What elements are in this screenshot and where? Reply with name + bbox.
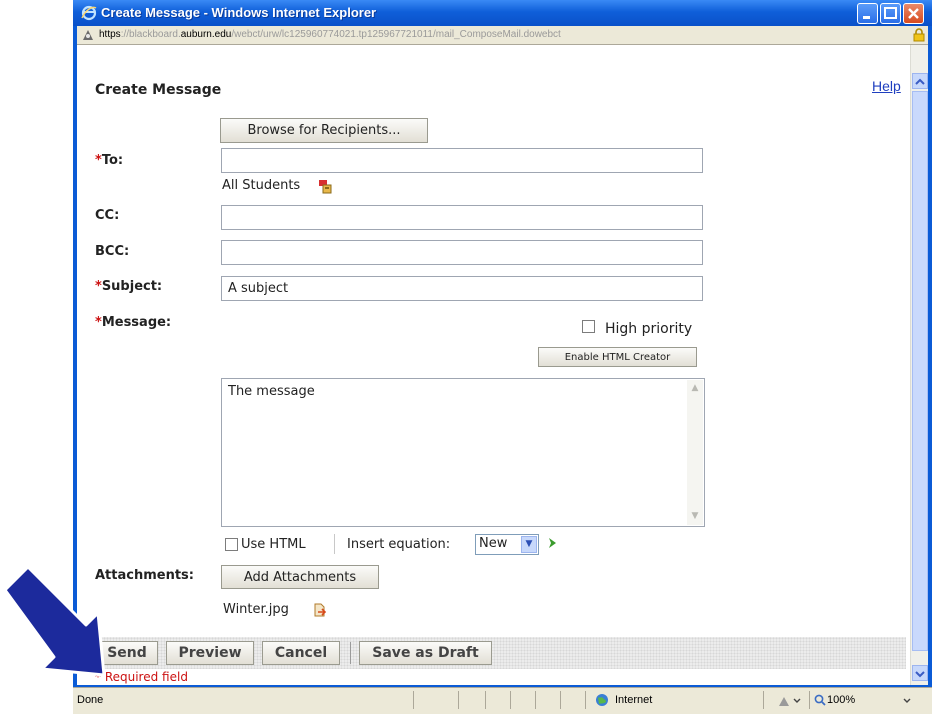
status-separator [485, 691, 486, 709]
minimize-icon [863, 16, 870, 19]
status-text: Done [77, 694, 104, 706]
add-attachments-button[interactable]: Add Attachments [221, 565, 379, 589]
to-label: *To: [95, 153, 124, 168]
status-separator [458, 691, 459, 709]
message-textarea[interactable]: The message ▲ ▼ [221, 378, 705, 527]
globe-icon [596, 694, 608, 706]
scroll-down-button[interactable] [912, 665, 928, 681]
preview-button[interactable]: Preview [166, 641, 254, 665]
message-body: The message [228, 384, 315, 399]
action-bar: Send Preview Cancel Save as Draft [91, 637, 906, 669]
cc-input[interactable] [221, 205, 703, 230]
protected-mode-icon[interactable] [777, 694, 803, 708]
chevron-up-icon [915, 78, 925, 85]
scroll-thumb[interactable] [912, 91, 928, 651]
status-separator [763, 691, 764, 709]
cancel-button[interactable]: Cancel [262, 641, 340, 665]
to-input[interactable] [221, 148, 703, 173]
ie-icon [81, 5, 97, 21]
equation-select[interactable]: New ▼ [475, 534, 539, 555]
help-link[interactable]: Help [872, 78, 901, 94]
save-draft-button[interactable]: Save as Draft [359, 641, 492, 665]
security-zone: Internet [615, 694, 653, 706]
chevron-down-icon [915, 671, 925, 678]
attachment-file: Winter.jpg [223, 602, 289, 617]
maximize-icon [884, 7, 897, 19]
title-bar[interactable]: Create Message - Windows Internet Explor… [73, 0, 932, 26]
remove-attachment-icon[interactable] [313, 603, 327, 617]
high-priority-label: High priority [605, 321, 693, 337]
go-arrow-icon[interactable] [547, 536, 559, 550]
textarea-scroll-up-icon[interactable]: ▲ [689, 382, 701, 394]
message-label: *Message: [95, 315, 172, 330]
window-title: Create Message - Windows Internet Explor… [101, 5, 377, 20]
insert-equation-label: Insert equation: [347, 537, 451, 552]
minimize-button[interactable] [857, 3, 878, 24]
use-html-checkbox[interactable] [225, 538, 238, 551]
bcc-label: BCC: [95, 244, 130, 259]
maximize-button[interactable] [880, 3, 901, 24]
status-separator [535, 691, 536, 709]
url-text: https://blackboard.auburn.edu/webct/urw/… [99, 29, 561, 40]
browse-recipients-button[interactable]: Browse for Recipients... [220, 118, 428, 143]
status-separator [809, 691, 810, 709]
zoom-dropdown-icon[interactable] [903, 698, 911, 704]
use-html-label: Use HTML [241, 537, 306, 552]
status-bar: Done Internet 100% [73, 687, 932, 714]
address-bar[interactable]: https://blackboard.auburn.edu/webct/urw/… [77, 26, 928, 45]
status-separator [585, 691, 586, 709]
action-divider [350, 642, 351, 664]
status-separator [413, 691, 414, 709]
status-separator [560, 691, 561, 709]
status-separator [510, 691, 511, 709]
page-content: Create Message Help Browse for Recipient… [77, 45, 910, 685]
equation-select-value: New [479, 536, 508, 551]
chevron-down-icon[interactable]: ▼ [521, 536, 537, 553]
cc-label: CC: [95, 208, 120, 223]
subject-label: *Subject: [95, 279, 163, 294]
high-priority-checkbox[interactable] [582, 320, 595, 333]
divider [334, 534, 335, 554]
page-icon [83, 30, 93, 40]
textarea-scroll-down-icon[interactable]: ▼ [689, 510, 701, 522]
zoom-level[interactable]: 100% [827, 694, 855, 706]
textarea-scrollbar[interactable]: ▲ ▼ [687, 380, 703, 525]
lock-icon[interactable] [913, 28, 925, 42]
subject-input[interactable]: A subject [221, 276, 703, 301]
bcc-input[interactable] [221, 240, 703, 265]
scroll-up-button[interactable] [912, 73, 928, 89]
page-title: Create Message [95, 82, 222, 98]
close-button[interactable] [903, 3, 924, 24]
page-scrollbar[interactable] [910, 45, 928, 685]
zoom-icon[interactable] [814, 694, 826, 706]
browser-window: Create Message - Windows Internet Explor… [73, 0, 932, 714]
close-icon [908, 8, 919, 19]
pointer-arrow-icon [3, 565, 106, 677]
address-book-icon[interactable] [317, 178, 333, 194]
recipients-note: All Students [222, 178, 301, 193]
enable-html-creator-button[interactable]: Enable HTML Creator [538, 347, 697, 367]
